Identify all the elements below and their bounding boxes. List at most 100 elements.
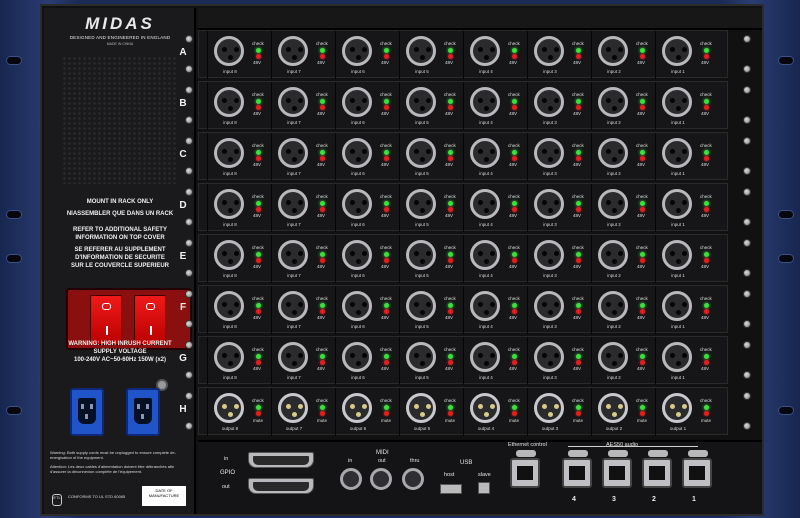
- xlr-input-jack[interactable]: [214, 36, 244, 66]
- xlr-input-jack[interactable]: [534, 240, 564, 270]
- xlr-input-jack[interactable]: [342, 240, 372, 270]
- xlr-input-jack[interactable]: [406, 240, 436, 270]
- input-channel: input 6 check 48V: [335, 133, 399, 181]
- xlr-input-jack[interactable]: [534, 87, 564, 117]
- iec-power-inlet-1[interactable]: [70, 388, 104, 436]
- xlr-input-jack[interactable]: [662, 87, 692, 117]
- mute-label: mute: [381, 418, 392, 423]
- xlr-input-jack[interactable]: [278, 87, 308, 117]
- xlr-input-jack[interactable]: [214, 342, 244, 372]
- xlr-input-jack[interactable]: [214, 138, 244, 168]
- xlr-input-jack[interactable]: [342, 291, 372, 321]
- xlr-input-jack[interactable]: [662, 240, 692, 270]
- xlr-input-jack[interactable]: [214, 87, 244, 117]
- xlr-input-jack[interactable]: [214, 240, 244, 270]
- xlr-output-jack[interactable]: [662, 393, 692, 423]
- xlr-input-jack[interactable]: [470, 138, 500, 168]
- channel-label: input 5: [415, 171, 429, 176]
- xlr-output-jack[interactable]: [214, 393, 244, 423]
- xlr-input-jack[interactable]: [214, 291, 244, 321]
- xlr-input-jack[interactable]: [406, 291, 436, 321]
- power-switch-1[interactable]: [90, 295, 122, 345]
- xlr-input-jack[interactable]: [278, 138, 308, 168]
- xlr-input-jack[interactable]: [342, 36, 372, 66]
- xlr-input-jack[interactable]: [214, 189, 244, 219]
- check-label: check: [636, 92, 648, 97]
- channel-label: input 3: [543, 375, 557, 380]
- signal-led-green: [512, 48, 517, 53]
- xlr-input-jack[interactable]: [662, 342, 692, 372]
- xlr-input-jack[interactable]: [662, 36, 692, 66]
- gpio-out-port[interactable]: [248, 478, 314, 494]
- xlr-input-jack[interactable]: [598, 36, 628, 66]
- aes50-port-4[interactable]: [562, 458, 592, 488]
- xlr-input-jack[interactable]: [406, 138, 436, 168]
- phantom-power-label: 48V: [317, 366, 326, 371]
- xlr-input-jack[interactable]: [662, 189, 692, 219]
- channel-label: output 2: [605, 426, 623, 431]
- xlr-input-jack[interactable]: [534, 342, 564, 372]
- xlr-output-jack[interactable]: [278, 393, 308, 423]
- xlr-output-jack[interactable]: [342, 393, 372, 423]
- phantom-power-label: 48V: [573, 264, 582, 269]
- xlr-input-jack[interactable]: [598, 87, 628, 117]
- channel-label: input 4: [479, 324, 493, 329]
- xlr-input-jack[interactable]: [598, 291, 628, 321]
- phantom-led-red: [448, 360, 453, 365]
- xlr-input-jack[interactable]: [278, 36, 308, 66]
- xlr-input-jack[interactable]: [598, 342, 628, 372]
- xlr-input-jack[interactable]: [598, 189, 628, 219]
- xlr-input-jack[interactable]: [470, 291, 500, 321]
- xlr-input-jack[interactable]: [534, 36, 564, 66]
- gpio-in-port[interactable]: [248, 452, 314, 468]
- xlr-input-jack[interactable]: [534, 138, 564, 168]
- xlr-input-jack[interactable]: [278, 342, 308, 372]
- aes50-port-1[interactable]: [682, 458, 712, 488]
- xlr-input-jack[interactable]: [470, 342, 500, 372]
- iec-power-inlet-2[interactable]: [126, 388, 160, 436]
- xlr-input-jack[interactable]: [278, 189, 308, 219]
- usb-host-port[interactable]: [440, 484, 462, 494]
- usb-slave-port[interactable]: [478, 482, 490, 494]
- xlr-input-jack[interactable]: [662, 291, 692, 321]
- xlr-input-jack[interactable]: [598, 240, 628, 270]
- xlr-input-jack[interactable]: [470, 240, 500, 270]
- xlr-input-jack[interactable]: [342, 189, 372, 219]
- xlr-input-jack[interactable]: [278, 240, 308, 270]
- xlr-input-jack[interactable]: [470, 189, 500, 219]
- midi-thru-port[interactable]: [402, 468, 424, 490]
- xlr-input-jack[interactable]: [406, 87, 436, 117]
- xlr-input-jack[interactable]: [342, 138, 372, 168]
- xlr-input-jack[interactable]: [278, 291, 308, 321]
- ethernet-control-port[interactable]: [510, 458, 540, 488]
- xlr-input-jack[interactable]: [406, 189, 436, 219]
- xlr-output-jack[interactable]: [406, 393, 436, 423]
- aes50-port-3[interactable]: [602, 458, 632, 488]
- xlr-input-jack[interactable]: [662, 138, 692, 168]
- aes50-port-2[interactable]: [642, 458, 672, 488]
- check-label: check: [572, 245, 584, 250]
- check-label: check: [252, 296, 264, 301]
- xlr-input-jack[interactable]: [534, 189, 564, 219]
- rack-hole: [6, 210, 22, 219]
- midi-in-label: in: [348, 458, 353, 464]
- xlr-input-jack[interactable]: [470, 87, 500, 117]
- check-label: check: [700, 296, 712, 301]
- power-switch-2[interactable]: [134, 295, 166, 345]
- xlr-input-jack[interactable]: [470, 36, 500, 66]
- midi-out-port[interactable]: [370, 468, 392, 490]
- xlr-input-jack[interactable]: [406, 342, 436, 372]
- xlr-input-jack[interactable]: [534, 291, 564, 321]
- midi-in-port[interactable]: [340, 468, 362, 490]
- xlr-input-jack[interactable]: [406, 36, 436, 66]
- xlr-output-jack[interactable]: [470, 393, 500, 423]
- phantom-power-label: 48V: [573, 111, 582, 116]
- xlr-input-jack[interactable]: [342, 342, 372, 372]
- xlr-output-jack[interactable]: [598, 393, 628, 423]
- check-label: check: [572, 398, 584, 403]
- check-label: check: [252, 347, 264, 352]
- xlr-input-jack[interactable]: [598, 138, 628, 168]
- xlr-input-jack[interactable]: [342, 87, 372, 117]
- xlr-output-jack[interactable]: [534, 393, 564, 423]
- input-channel: input 1 check 48V: [655, 235, 719, 283]
